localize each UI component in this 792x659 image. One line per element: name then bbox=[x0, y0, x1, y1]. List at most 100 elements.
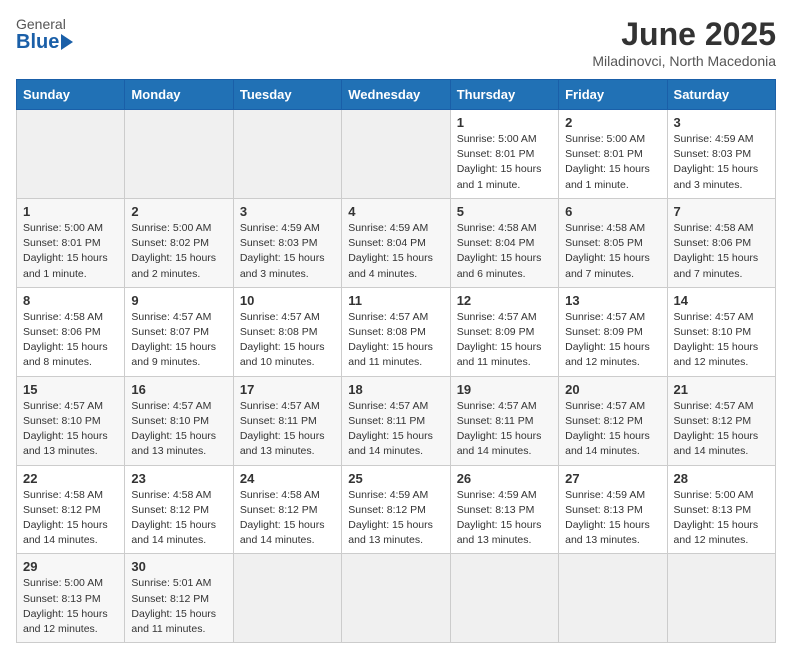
calendar-cell: 16 Sunrise: 4:57 AM Sunset: 8:10 PM Dayli… bbox=[125, 376, 233, 465]
day-number: 21 bbox=[674, 382, 769, 397]
day-number: 19 bbox=[457, 382, 552, 397]
calendar-cell: 18Sunrise: 4:57 AM Sunset: 8:11 PM Dayli… bbox=[342, 376, 450, 465]
day-detail: Sunrise: 5:00 AM Sunset: 8:02 PM Dayligh… bbox=[131, 221, 226, 282]
day-number: 25 bbox=[348, 471, 443, 486]
calendar-cell bbox=[559, 554, 667, 643]
calendar-cell: 11 Sunrise: 4:57 AM Sunset: 8:08 PM Dayli… bbox=[342, 287, 450, 376]
day-detail: Sunrise: 4:57 AM Sunset: 8:12 PM Dayligh… bbox=[565, 399, 660, 460]
logo-arrow-icon bbox=[61, 34, 73, 50]
calendar-cell: 6 Sunrise: 4:58 AM Sunset: 8:05 PM Daylig… bbox=[559, 198, 667, 287]
calendar-cell: 4Sunrise: 4:59 AM Sunset: 8:04 PM Daylig… bbox=[342, 198, 450, 287]
calendar-cell bbox=[667, 554, 775, 643]
calendar-cell bbox=[125, 110, 233, 199]
day-detail: Sunrise: 4:58 AM Sunset: 8:04 PM Dayligh… bbox=[457, 221, 552, 282]
day-number: 6 bbox=[565, 204, 660, 219]
calendar-cell: 7 Sunrise: 4:58 AM Sunset: 8:06 PM Daylig… bbox=[667, 198, 775, 287]
calendar-cell: 5 Sunrise: 4:58 AM Sunset: 8:04 PM Daylig… bbox=[450, 198, 558, 287]
day-detail: Sunrise: 4:57 AM Sunset: 8:10 PM Dayligh… bbox=[131, 399, 226, 460]
day-detail: Sunrise: 5:00 AM Sunset: 8:01 PM Dayligh… bbox=[565, 132, 660, 193]
day-detail: Sunrise: 4:59 AM Sunset: 8:03 PM Dayligh… bbox=[240, 221, 335, 282]
day-number: 3 bbox=[240, 204, 335, 219]
day-detail: Sunrise: 4:57 AM Sunset: 8:08 PM Dayligh… bbox=[240, 310, 335, 371]
logo: General Blue bbox=[16, 16, 73, 52]
day-detail: Sunrise: 4:58 AM Sunset: 8:05 PM Dayligh… bbox=[565, 221, 660, 282]
header-day-tuesday: Tuesday bbox=[233, 80, 341, 110]
day-detail: Sunrise: 4:57 AM Sunset: 8:09 PM Dayligh… bbox=[457, 310, 552, 371]
day-detail: Sunrise: 4:57 AM Sunset: 8:11 PM Dayligh… bbox=[457, 399, 552, 460]
day-number: 11 bbox=[348, 293, 443, 308]
day-detail: Sunrise: 4:58 AM Sunset: 8:12 PM Dayligh… bbox=[23, 488, 118, 549]
day-detail: Sunrise: 5:00 AM Sunset: 8:01 PM Dayligh… bbox=[23, 221, 118, 282]
header-row: SundayMondayTuesdayWednesdayThursdayFrid… bbox=[17, 80, 776, 110]
calendar-table: SundayMondayTuesdayWednesdayThursdayFrid… bbox=[16, 79, 776, 643]
day-detail: Sunrise: 4:57 AM Sunset: 8:11 PM Dayligh… bbox=[348, 399, 443, 460]
day-number: 8 bbox=[23, 293, 118, 308]
day-detail: Sunrise: 4:58 AM Sunset: 8:06 PM Dayligh… bbox=[674, 221, 769, 282]
day-detail: Sunrise: 4:57 AM Sunset: 8:09 PM Dayligh… bbox=[565, 310, 660, 371]
day-number: 2 bbox=[565, 115, 660, 130]
calendar-cell bbox=[233, 554, 341, 643]
calendar-cell: 23 Sunrise: 4:58 AM Sunset: 8:12 PM Dayli… bbox=[125, 465, 233, 554]
day-detail: Sunrise: 4:59 AM Sunset: 8:12 PM Dayligh… bbox=[348, 488, 443, 549]
day-number: 5 bbox=[457, 204, 552, 219]
day-number: 28 bbox=[674, 471, 769, 486]
week-row-1: 1Sunrise: 5:00 AM Sunset: 8:01 PM Daylig… bbox=[17, 198, 776, 287]
month-title: June 2025 bbox=[592, 16, 776, 53]
day-number: 12 bbox=[457, 293, 552, 308]
day-number: 30 bbox=[131, 559, 226, 574]
week-row-5: 29Sunrise: 5:00 AM Sunset: 8:13 PM Dayli… bbox=[17, 554, 776, 643]
day-number: 22 bbox=[23, 471, 118, 486]
day-number: 7 bbox=[674, 204, 769, 219]
calendar-cell: 17Sunrise: 4:57 AM Sunset: 8:11 PM Dayli… bbox=[233, 376, 341, 465]
header-day-wednesday: Wednesday bbox=[342, 80, 450, 110]
calendar-cell: 22 Sunrise: 4:58 AM Sunset: 8:12 PM Dayli… bbox=[17, 465, 125, 554]
day-detail: Sunrise: 4:57 AM Sunset: 8:08 PM Dayligh… bbox=[348, 310, 443, 371]
day-detail: Sunrise: 4:58 AM Sunset: 8:12 PM Dayligh… bbox=[131, 488, 226, 549]
day-number: 23 bbox=[131, 471, 226, 486]
calendar-cell: 8Sunrise: 4:58 AM Sunset: 8:06 PM Daylig… bbox=[17, 287, 125, 376]
day-number: 13 bbox=[565, 293, 660, 308]
calendar-cell bbox=[233, 110, 341, 199]
day-number: 10 bbox=[240, 293, 335, 308]
header-day-saturday: Saturday bbox=[667, 80, 775, 110]
calendar-cell: 28 Sunrise: 5:00 AM Sunset: 8:13 PM Dayli… bbox=[667, 465, 775, 554]
location: Miladinovci, North Macedonia bbox=[592, 53, 776, 69]
logo-general-text: General bbox=[16, 16, 73, 32]
day-number: 29 bbox=[23, 559, 118, 574]
calendar-cell: 3Sunrise: 4:59 AM Sunset: 8:03 PM Daylig… bbox=[667, 110, 775, 199]
day-number: 15 bbox=[23, 382, 118, 397]
header-day-monday: Monday bbox=[125, 80, 233, 110]
calendar-cell: 1Sunrise: 5:00 AM Sunset: 8:01 PM Daylig… bbox=[450, 110, 558, 199]
day-detail: Sunrise: 5:00 AM Sunset: 8:01 PM Dayligh… bbox=[457, 132, 552, 193]
calendar-cell: 29Sunrise: 5:00 AM Sunset: 8:13 PM Dayli… bbox=[17, 554, 125, 643]
calendar-cell bbox=[17, 110, 125, 199]
calendar-cell: 21Sunrise: 4:57 AM Sunset: 8:12 PM Dayli… bbox=[667, 376, 775, 465]
day-number: 4 bbox=[348, 204, 443, 219]
day-number: 27 bbox=[565, 471, 660, 486]
title-area: June 2025 Miladinovci, North Macedonia bbox=[592, 16, 776, 69]
calendar-cell: 26Sunrise: 4:59 AM Sunset: 8:13 PM Dayli… bbox=[450, 465, 558, 554]
day-detail: Sunrise: 4:57 AM Sunset: 8:07 PM Dayligh… bbox=[131, 310, 226, 371]
calendar-cell: 12 Sunrise: 4:57 AM Sunset: 8:09 PM Dayli… bbox=[450, 287, 558, 376]
calendar-cell: 1Sunrise: 5:00 AM Sunset: 8:01 PM Daylig… bbox=[17, 198, 125, 287]
calendar-cell bbox=[342, 110, 450, 199]
day-number: 16 bbox=[131, 382, 226, 397]
calendar-cell: 27Sunrise: 4:59 AM Sunset: 8:13 PM Dayli… bbox=[559, 465, 667, 554]
day-detail: Sunrise: 4:57 AM Sunset: 8:10 PM Dayligh… bbox=[674, 310, 769, 371]
calendar-cell bbox=[342, 554, 450, 643]
day-number: 9 bbox=[131, 293, 226, 308]
week-row-0: 1Sunrise: 5:00 AM Sunset: 8:01 PM Daylig… bbox=[17, 110, 776, 199]
day-detail: Sunrise: 4:58 AM Sunset: 8:12 PM Dayligh… bbox=[240, 488, 335, 549]
calendar-cell: 9 Sunrise: 4:57 AM Sunset: 8:07 PM Daylig… bbox=[125, 287, 233, 376]
calendar-cell: 30Sunrise: 5:01 AM Sunset: 8:12 PM Dayli… bbox=[125, 554, 233, 643]
calendar-cell: 2 Sunrise: 5:00 AM Sunset: 8:01 PM Daylig… bbox=[559, 110, 667, 199]
day-number: 2 bbox=[131, 204, 226, 219]
day-detail: Sunrise: 5:00 AM Sunset: 8:13 PM Dayligh… bbox=[674, 488, 769, 549]
calendar-cell: 14 Sunrise: 4:57 AM Sunset: 8:10 PM Dayli… bbox=[667, 287, 775, 376]
header: General Blue June 2025 Miladinovci, Nort… bbox=[16, 16, 776, 69]
calendar-cell: 10 Sunrise: 4:57 AM Sunset: 8:08 PM Dayli… bbox=[233, 287, 341, 376]
calendar-cell: 20Sunrise: 4:57 AM Sunset: 8:12 PM Dayli… bbox=[559, 376, 667, 465]
day-number: 14 bbox=[674, 293, 769, 308]
calendar-cell: 24Sunrise: 4:58 AM Sunset: 8:12 PM Dayli… bbox=[233, 465, 341, 554]
day-detail: Sunrise: 4:59 AM Sunset: 8:03 PM Dayligh… bbox=[674, 132, 769, 193]
